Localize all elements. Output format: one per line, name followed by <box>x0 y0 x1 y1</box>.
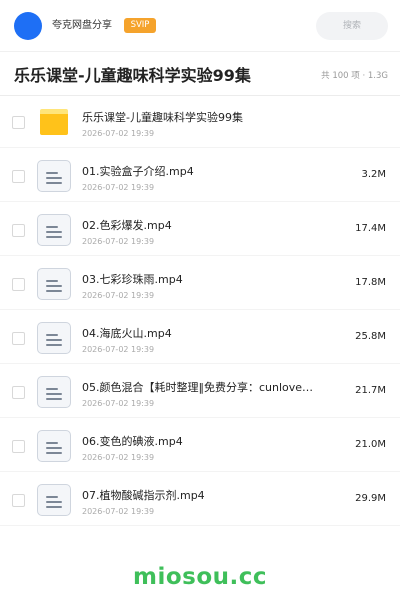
file-size: 17.8M <box>355 277 386 288</box>
document-icon <box>37 484 71 516</box>
select-checkbox[interactable] <box>12 224 25 237</box>
user-name[interactable]: 夸克网盘分享 <box>52 19 112 33</box>
select-checkbox[interactable] <box>12 170 25 183</box>
list-item-file[interactable]: 07.植物酸碱指示剂.mp4 2026-07-02 19:39 29.9M <box>0 472 400 526</box>
file-list: 乐乐课堂-儿童趣味科学实验99集 2026-07-02 19:39 01.实验盒… <box>0 94 400 526</box>
list-item-file[interactable]: 04.海底火山.mp4 2026-07-02 19:39 25.8M <box>0 310 400 364</box>
select-checkbox[interactable] <box>12 386 25 399</box>
select-checkbox[interactable] <box>12 116 25 129</box>
file-date: 2026-07-02 19:39 <box>82 345 155 354</box>
file-name: 02.色彩爆发.mp4 <box>82 219 172 232</box>
svip-badge: SVIP <box>124 18 156 33</box>
folder-icon <box>40 109 68 135</box>
document-icon <box>37 160 71 192</box>
file-name: 03.七彩珍珠雨.mp4 <box>82 273 183 286</box>
document-icon <box>37 376 71 408</box>
file-size: 3.2M <box>361 169 386 180</box>
file-date: 2026-07-02 19:39 <box>82 291 155 300</box>
file-date: 2026-07-02 19:39 <box>82 453 155 462</box>
file-name: 乐乐课堂-儿童趣味科学实验99集 <box>82 111 243 124</box>
file-size: 17.4M <box>355 223 386 234</box>
file-date: 2026-07-02 19:39 <box>82 507 155 516</box>
file-size: 21.7M <box>355 385 386 396</box>
document-icon <box>37 430 71 462</box>
file-date: 2026-07-02 19:39 <box>82 183 155 192</box>
list-item-file[interactable]: 06.变色的碘液.mp4 2026-07-02 19:39 21.0M <box>0 418 400 472</box>
item-count-summary: 共 100 项 · 1.3G <box>321 71 388 81</box>
select-checkbox[interactable] <box>12 332 25 345</box>
file-name: 07.植物酸碱指示剂.mp4 <box>82 489 205 502</box>
file-name: 04.海底火山.mp4 <box>82 327 172 340</box>
list-item-folder[interactable]: 乐乐课堂-儿童趣味科学实验99集 2026-07-02 19:39 <box>0 94 400 148</box>
watermark-text: miosou.cc <box>132 564 268 590</box>
file-date: 2026-07-02 19:39 <box>82 237 155 246</box>
folder-header: 乐乐课堂-儿童趣味科学实验99集 共 100 项 · 1.3G <box>0 56 400 96</box>
file-size: 25.8M <box>355 331 386 342</box>
select-checkbox[interactable] <box>12 278 25 291</box>
file-date: 2026-07-02 19:39 <box>82 129 155 138</box>
top-bar: 夸克网盘分享 SVIP 搜索 <box>0 0 400 52</box>
document-icon <box>37 322 71 354</box>
list-item-file[interactable]: 05.颜色混合【耗时整理‖免费分享：cunlove… 2026-07-02 19… <box>0 364 400 418</box>
file-date: 2026-07-02 19:39 <box>82 399 155 408</box>
file-size: 21.0M <box>355 439 386 450</box>
select-checkbox[interactable] <box>12 494 25 507</box>
file-size: 29.9M <box>355 493 386 504</box>
file-name: 01.实验盒子介绍.mp4 <box>82 165 194 178</box>
list-item-file[interactable]: 01.实验盒子介绍.mp4 2026-07-02 19:39 3.2M <box>0 148 400 202</box>
select-checkbox[interactable] <box>12 440 25 453</box>
file-name: 05.颜色混合【耗时整理‖免费分享：cunlove… <box>82 381 314 394</box>
document-icon <box>37 268 71 300</box>
page-title: 乐乐课堂-儿童趣味科学实验99集 <box>14 66 251 85</box>
list-item-file[interactable]: 02.色彩爆发.mp4 2026-07-02 19:39 17.4M <box>0 202 400 256</box>
search-input[interactable]: 搜索 <box>316 12 388 40</box>
list-item-file[interactable]: 03.七彩珍珠雨.mp4 2026-07-02 19:39 17.8M <box>0 256 400 310</box>
document-icon <box>37 214 71 246</box>
avatar[interactable] <box>14 12 42 40</box>
file-name: 06.变色的碘液.mp4 <box>82 435 183 448</box>
